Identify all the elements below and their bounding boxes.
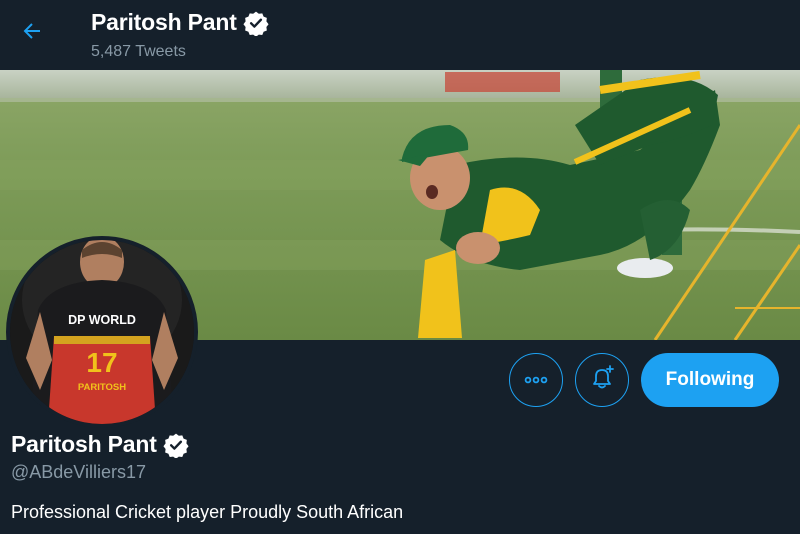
tweet-count: 5,487 Tweets — [91, 43, 186, 60]
profile-name-row: Paritosh Pant — [11, 431, 189, 458]
profile-header: Paritosh Pant 5,487 Tweets — [0, 0, 800, 70]
header-display-name: Paritosh Pant — [91, 9, 237, 35]
verified-badge-icon — [163, 432, 189, 458]
more-options-button[interactable] — [509, 353, 563, 407]
jersey-number-text: 17 — [86, 347, 117, 378]
jersey-sponsor-text: DP WORLD — [68, 313, 136, 327]
more-dots-icon — [524, 371, 548, 389]
notifications-button[interactable] — [575, 353, 629, 407]
verified-badge-icon — [243, 10, 269, 36]
profile-bio: Professional Cricket player Proudly Sout… — [11, 502, 404, 522]
following-button[interactable]: Following — [641, 353, 779, 407]
jersey-name-text: PARITOSH — [78, 382, 126, 393]
header-name-row: Paritosh Pant — [91, 9, 269, 36]
back-arrow-icon — [20, 19, 44, 48]
profile-handle: @ABdeVilliers17 — [11, 462, 147, 482]
bell-plus-icon — [588, 364, 616, 397]
profile-avatar[interactable]: DP WORLD 17 PARITOSH — [6, 236, 198, 428]
profile-display-name: Paritosh Pant — [11, 431, 157, 457]
back-button[interactable] — [12, 13, 52, 53]
